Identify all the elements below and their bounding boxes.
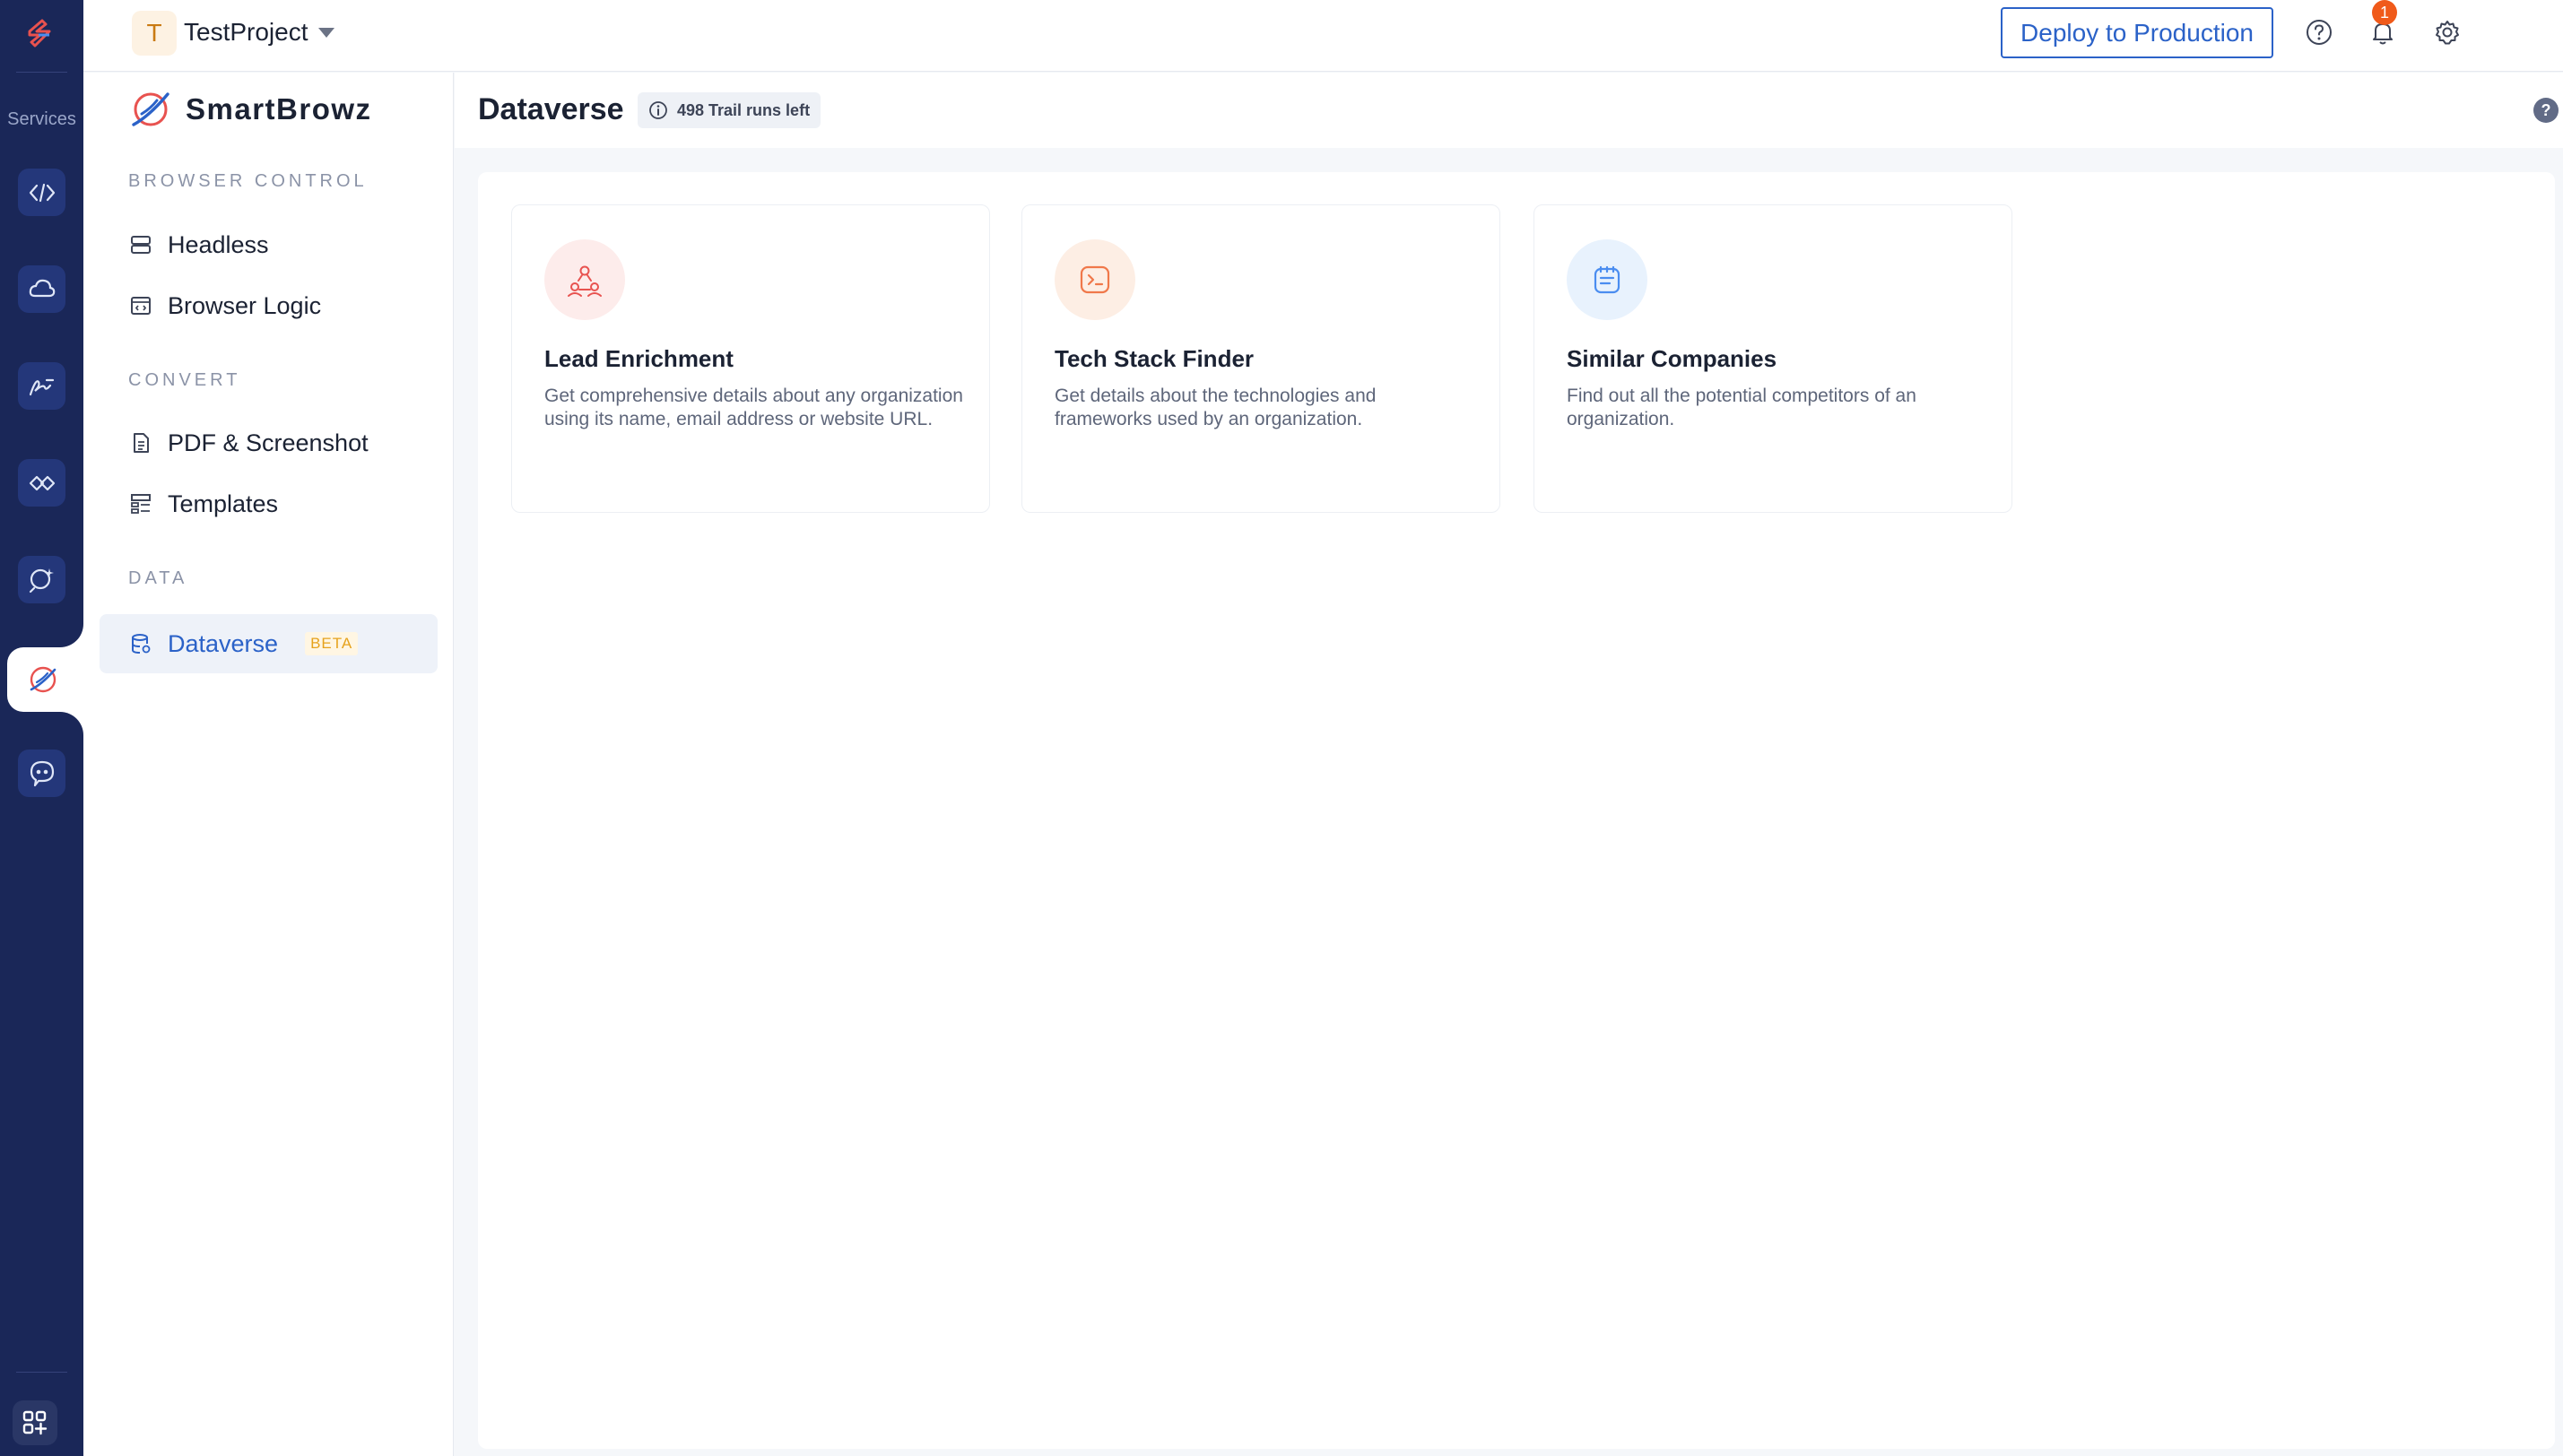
notification-badge: 1 bbox=[2372, 0, 2397, 25]
catalyst-logo-icon[interactable] bbox=[18, 11, 65, 57]
page-title: Dataverse bbox=[478, 92, 624, 126]
rail-divider bbox=[16, 1372, 67, 1373]
sidebar-item-label: Headless bbox=[168, 230, 269, 258]
card-description: Find out all the potential competitors o… bbox=[1567, 386, 1916, 429]
project-name[interactable]: TestProject bbox=[184, 18, 308, 47]
template-icon bbox=[128, 491, 153, 516]
trail-runs-text: 498 Trail runs left bbox=[677, 100, 811, 119]
card-lead-enrichment[interactable]: Lead Enrichment Get comprehensive detail… bbox=[511, 204, 990, 513]
smartbrowz-icon[interactable] bbox=[7, 647, 83, 712]
card-tech-stack-finder[interactable]: Tech Stack Finder Get details about the … bbox=[1021, 204, 1500, 513]
link-icon[interactable] bbox=[18, 459, 65, 507]
sidebar-item-label: Browser Logic bbox=[168, 291, 322, 319]
apps-grid-icon[interactable] bbox=[13, 1400, 57, 1445]
page-header: Dataverse 498 Trail runs left ? bbox=[455, 73, 2563, 148]
help-icon[interactable] bbox=[2299, 13, 2339, 52]
terminal-icon bbox=[1055, 239, 1135, 320]
sidebar-item-templates[interactable]: Templates bbox=[128, 479, 278, 529]
card-title: Tech Stack Finder bbox=[1055, 345, 1255, 372]
services-label: Services bbox=[7, 109, 76, 129]
section-label-browser-control: BROWSER CONTROL bbox=[128, 171, 368, 191]
users-network-icon bbox=[544, 239, 625, 320]
service-rail: Services bbox=[0, 0, 83, 1456]
cloud-icon[interactable] bbox=[18, 265, 65, 313]
document-icon bbox=[1567, 239, 1647, 320]
server-icon bbox=[128, 232, 153, 257]
brand: SmartBrowz bbox=[128, 87, 372, 132]
sidebar-item-headless[interactable]: Headless bbox=[128, 220, 269, 270]
deploy-to-production-button[interactable]: Deploy to Production bbox=[2001, 7, 2273, 58]
top-bar: T TestProject Deploy to Production 1 bbox=[83, 0, 2563, 72]
help-icon[interactable]: ? bbox=[2533, 98, 2559, 123]
card-similar-companies[interactable]: Similar Companies Find out all the poten… bbox=[1533, 204, 2012, 513]
rail-divider bbox=[16, 72, 67, 73]
section-label-convert: CONVERT bbox=[128, 370, 241, 390]
project-avatar[interactable]: T bbox=[132, 11, 177, 56]
sidebar-item-label: Dataverse bbox=[168, 629, 279, 657]
info-icon bbox=[649, 101, 667, 119]
signature-icon[interactable] bbox=[18, 362, 65, 410]
brand-name: SmartBrowz bbox=[186, 92, 372, 126]
card-title: Lead Enrichment bbox=[544, 345, 734, 372]
gear-icon[interactable] bbox=[2428, 13, 2467, 52]
card-description: Get comprehensive details about any orga… bbox=[544, 386, 963, 429]
dataverse-panel: Lead Enrichment Get comprehensive detail… bbox=[478, 172, 2555, 1449]
api-icon[interactable] bbox=[18, 169, 65, 216]
card-description: Get details about the technologies and f… bbox=[1055, 386, 1377, 429]
beta-badge: BETA bbox=[305, 632, 359, 655]
trail-runs-chip: 498 Trail runs left bbox=[638, 92, 821, 128]
sidebar-item-label: Templates bbox=[168, 490, 279, 517]
card-title: Similar Companies bbox=[1567, 345, 1777, 372]
rail-active-notch-bottom bbox=[48, 712, 83, 748]
document-icon bbox=[128, 430, 153, 455]
sidebar-item-dataverse[interactable]: Dataverse BETA bbox=[128, 619, 359, 669]
search-spark-icon[interactable] bbox=[18, 556, 65, 603]
sidebar-item-pdf-screenshot[interactable]: PDF & Screenshot bbox=[128, 418, 369, 468]
chevron-down-icon[interactable] bbox=[318, 28, 334, 38]
smartbrowz-logo-icon bbox=[132, 92, 169, 126]
rail-active-notch-top bbox=[48, 611, 83, 647]
sidebar-item-browser-logic[interactable]: Browser Logic bbox=[128, 281, 321, 331]
chat-icon[interactable] bbox=[18, 750, 65, 797]
database-icon bbox=[128, 631, 153, 656]
browser-code-icon bbox=[128, 293, 153, 318]
section-label-data: DATA bbox=[128, 568, 188, 588]
sidebar-item-label: PDF & Screenshot bbox=[168, 429, 369, 456]
smartbrowz-sidebar: SmartBrowz BROWSER CONTROL Headless Brow… bbox=[83, 73, 454, 1456]
